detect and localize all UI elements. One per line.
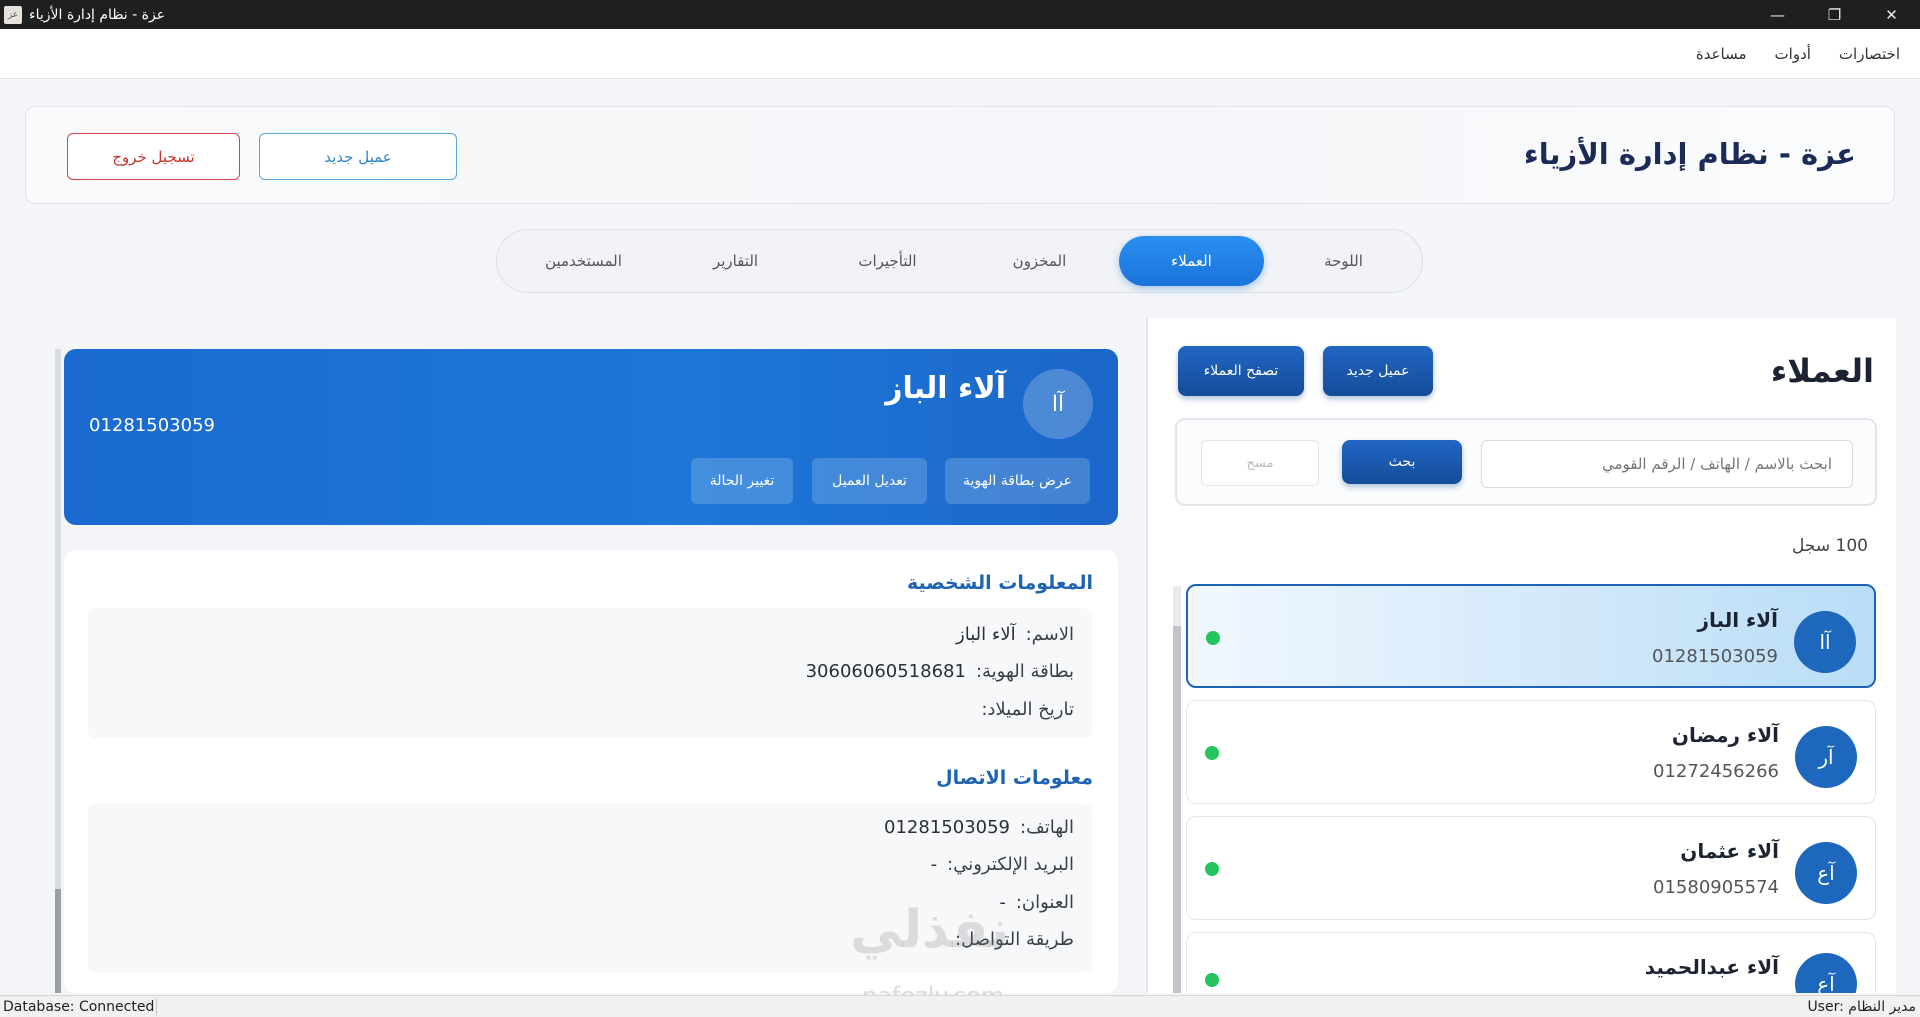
- logout-button[interactable]: تسجيل خروج: [67, 133, 240, 180]
- field-address-label: العنوان:: [1015, 892, 1074, 913]
- app-icon: عز: [4, 5, 22, 24]
- list-scrollbar[interactable]: [1173, 586, 1181, 993]
- browse-clients-button[interactable]: تصفح العملاء: [1178, 346, 1304, 396]
- list-item[interactable]: آا آلاء الباز 01281503059: [1186, 584, 1876, 688]
- field-name: الاسم: آلاء الباز: [956, 624, 1074, 645]
- new-client-button[interactable]: عميل جديد: [1323, 346, 1433, 396]
- client-phone: 01580905574: [1653, 877, 1779, 898]
- status-bar: Database: Connected User: مدير النظام: [0, 995, 1920, 1017]
- field-birthdate-label: تاريخ الميلاد:: [981, 699, 1074, 720]
- database-status: Database: Connected: [3, 999, 155, 1015]
- details-scrollbar[interactable]: [55, 349, 61, 993]
- tab-inventory[interactable]: المخزون: [967, 236, 1112, 286]
- menu-shortcuts[interactable]: اختصارات: [1839, 45, 1900, 63]
- contact-info-title: معلومات الاتصال: [936, 767, 1093, 789]
- avatar: آع: [1795, 953, 1857, 993]
- field-address: العنوان: -: [999, 892, 1074, 913]
- list-item[interactable]: آع آلاء عثمان 01580905574: [1186, 816, 1876, 920]
- clients-panel: العملاء عميل جديد تصفح العملاء بحث مسح 1…: [1146, 318, 1896, 993]
- field-phone: الهاتف: 01281503059: [884, 817, 1074, 838]
- field-email: البريد الإلكتروني: -: [931, 854, 1074, 875]
- status-indicator: [1205, 862, 1219, 876]
- profile-card: آا آلاء الباز 01281503059 عرض بطاقة الهو…: [64, 349, 1118, 525]
- list-scrollbar-thumb[interactable]: [1173, 626, 1181, 993]
- app-title: عزة - نظام إدارة الأزياء: [1523, 137, 1856, 171]
- profile-name: آلاء الباز: [885, 371, 1006, 406]
- main-tabs: اللوحة العملاء المخزون التأجيرات التقاري…: [496, 229, 1423, 293]
- clear-button[interactable]: مسح: [1201, 440, 1319, 486]
- avatar: آا: [1794, 611, 1856, 673]
- client-details-panel: آا آلاء الباز 01281503059 عرض بطاقة الهو…: [55, 349, 1118, 993]
- details-scrollbar-thumb[interactable]: [55, 889, 61, 993]
- record-count: 100 سجل: [1792, 536, 1868, 556]
- field-name-label: الاسم:: [1025, 624, 1074, 645]
- tab-dashboard[interactable]: اللوحة: [1271, 236, 1416, 286]
- menu-bar: اختصارات أدوات مساعدة: [0, 29, 1920, 79]
- window-controls: — ❐ ✕: [1749, 0, 1920, 29]
- menu-tools[interactable]: أدوات: [1775, 45, 1811, 63]
- client-phone: 01281503059: [1652, 646, 1778, 667]
- change-status-button[interactable]: تغيير الحالة: [691, 458, 793, 504]
- client-name: آلاء عثمان: [1680, 839, 1779, 863]
- field-phone-label: الهاتف:: [1020, 817, 1074, 838]
- personal-info-box: الاسم: آلاء الباز بطاقة الهوية: 30606060…: [88, 608, 1092, 738]
- header-new-client-button[interactable]: عميل جديد: [259, 133, 457, 180]
- field-id-value: 30606060518681: [805, 661, 966, 682]
- avatar: آر: [1795, 726, 1857, 788]
- avatar: آع: [1795, 842, 1857, 904]
- watermark-logo: نفذلي: [850, 900, 1010, 960]
- maximize-icon[interactable]: ❐: [1806, 0, 1863, 29]
- search-button[interactable]: بحث: [1342, 440, 1462, 484]
- field-name-value: آلاء الباز: [956, 624, 1016, 645]
- field-id: بطاقة الهوية: 30606060518681: [806, 661, 1074, 682]
- tab-rentals[interactable]: التأجيرات: [815, 236, 960, 286]
- profile-avatar: آا: [1023, 369, 1093, 439]
- field-email-label: البريد الإلكتروني:: [947, 854, 1074, 875]
- status-separator: [156, 998, 157, 1016]
- field-birthdate: تاريخ الميلاد:: [971, 699, 1074, 720]
- edit-client-button[interactable]: تعديل العميل: [812, 458, 927, 504]
- client-name: آلاء رمضان: [1671, 723, 1779, 747]
- client-name: آلاء الباز: [1697, 608, 1779, 632]
- list-item[interactable]: آر آلاء رمضان 01272456266: [1186, 700, 1876, 804]
- tab-reports[interactable]: التقارير: [663, 236, 808, 286]
- header-card: عزة - نظام إدارة الأزياء عميل جديد تسجيل…: [25, 106, 1895, 204]
- clients-title: العملاء: [1770, 352, 1874, 390]
- profile-phone: 01281503059: [89, 415, 215, 436]
- personal-info-title: المعلومات الشخصية: [906, 572, 1093, 594]
- user-status: User: مدير النظام: [1807, 999, 1916, 1015]
- field-email-value: -: [930, 854, 938, 875]
- minimize-icon[interactable]: —: [1749, 0, 1806, 29]
- close-icon[interactable]: ✕: [1863, 0, 1920, 29]
- search-box: بحث مسح: [1175, 418, 1877, 506]
- tab-clients[interactable]: العملاء: [1119, 236, 1264, 286]
- client-phone: 01272456266: [1653, 761, 1779, 782]
- status-indicator: [1205, 973, 1219, 987]
- status-indicator: [1206, 631, 1220, 645]
- menu-help[interactable]: مساعدة: [1696, 45, 1747, 63]
- window-title: عزة - نظام إدارة الأزياء: [29, 6, 166, 23]
- field-phone-value: 01281503059: [884, 817, 1011, 838]
- view-id-card-button[interactable]: عرض بطاقة الهوية: [945, 458, 1090, 504]
- search-input[interactable]: [1481, 440, 1853, 488]
- title-bar: عز عزة - نظام إدارة الأزياء — ❐ ✕: [0, 0, 1920, 29]
- field-id-label: بطاقة الهوية:: [975, 661, 1074, 682]
- status-indicator: [1205, 746, 1219, 760]
- client-name: آلاء عبدالحميد: [1644, 955, 1779, 979]
- tab-users[interactable]: المستخدمين: [511, 236, 656, 286]
- list-item[interactable]: آع آلاء عبدالحميد: [1186, 932, 1876, 993]
